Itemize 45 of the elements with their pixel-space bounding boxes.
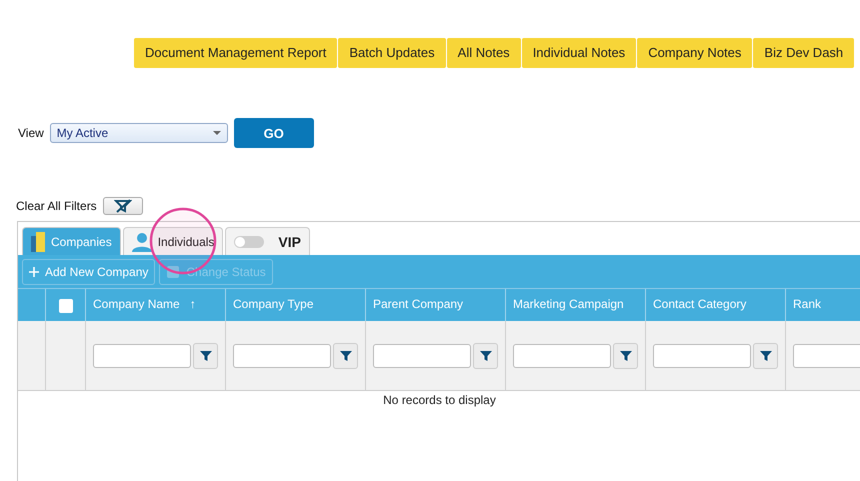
nav-tab[interactable]: Document Management Report [134,38,338,68]
add-company-button[interactable]: Add New Company [22,258,156,284]
select-all-checkbox[interactable] [58,299,72,313]
filter-button[interactable] [613,342,638,368]
filter-icon [198,348,212,362]
grid-tab[interactable]: VIP [225,227,310,255]
column-header[interactable]: Marketing Campaign [513,297,624,311]
grid-tab[interactable]: Companies [22,227,121,255]
nav-tab[interactable]: Biz Dev Dash [753,38,854,68]
column-header[interactable]: Company Name [93,297,180,311]
clear-filters-button[interactable] [102,197,143,215]
nav-tab[interactable]: Individual Notes [522,38,636,68]
view-label: View [18,126,44,140]
column-header[interactable]: Parent Company [373,297,464,311]
vip-toggle[interactable] [234,236,264,248]
filter-off-icon [114,199,132,213]
building-icon [31,232,45,252]
plus-icon [29,266,39,276]
empty-message: No records to display [383,393,496,407]
view-select[interactable]: My Active [50,123,228,143]
go-button[interactable]: GO [234,118,314,148]
filter-field[interactable] [233,344,331,368]
filter-button[interactable] [193,342,218,368]
filter-button[interactable] [473,342,498,368]
filter-button[interactable] [333,342,358,368]
clear-filters-label: Clear All Filters [16,199,97,213]
filter-icon [478,348,492,362]
filter-icon [758,348,772,362]
filter-button[interactable] [753,342,778,368]
filter-icon [338,348,352,362]
sort-mark: ↑ [190,297,196,311]
filter-field[interactable] [513,344,611,368]
person-icon [132,232,152,252]
status-icon [166,264,180,278]
column-header[interactable]: Contact Category [653,297,746,311]
filter-field[interactable] [653,344,751,368]
filter-field[interactable] [93,344,191,368]
nav-tab[interactable]: Company Notes [637,38,752,68]
nav-tab[interactable]: Batch Updates [338,38,446,68]
filter-field[interactable] [373,344,471,368]
grid-tab[interactable]: Individuals [122,227,224,255]
column-header[interactable]: Rank [793,297,822,311]
filter-icon [618,348,632,362]
nav-tab[interactable]: All Notes [446,38,521,68]
column-header[interactable]: Company Type [233,297,314,311]
